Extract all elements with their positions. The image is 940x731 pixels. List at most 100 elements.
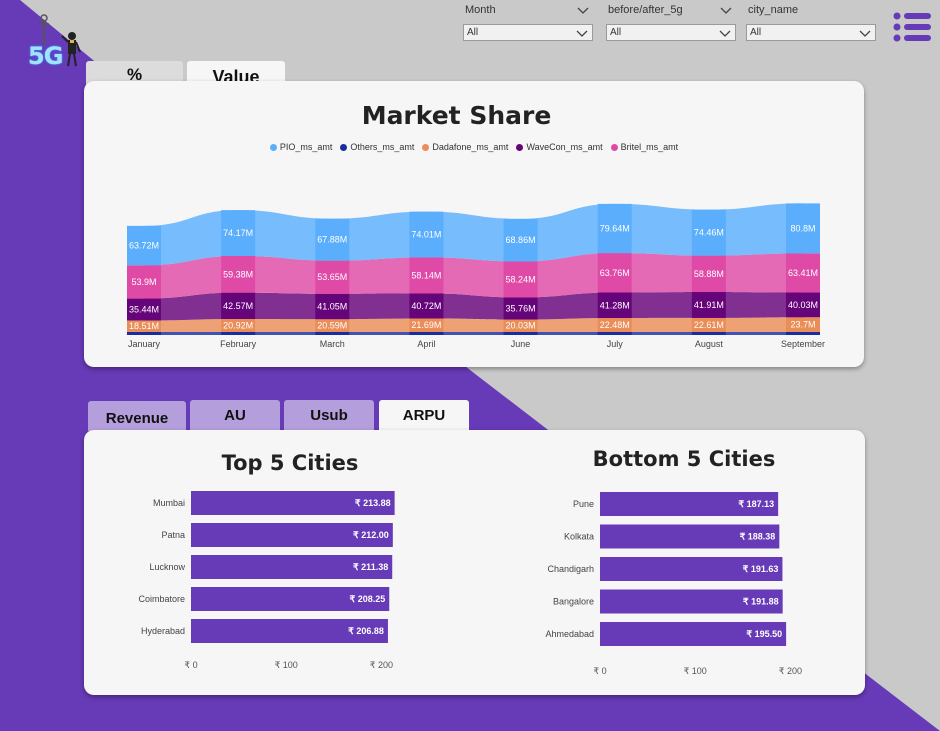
x-tick-label: January	[128, 339, 161, 349]
data-label: 42.57M	[223, 301, 253, 311]
data-label: 21.69M	[411, 320, 441, 330]
chevron-down-icon[interactable]	[718, 28, 732, 38]
menu-list-icon[interactable]	[893, 12, 931, 42]
data-label: 63.41M	[788, 268, 818, 278]
data-label: 80.8M	[790, 223, 815, 233]
x-tick-label: February	[220, 339, 257, 349]
month-select[interactable]: All	[463, 24, 593, 41]
5g-logo: 5G	[26, 12, 86, 72]
x-tick-label: August	[695, 339, 724, 349]
data-label: 40.03M	[788, 300, 818, 310]
x-tick-label: ₹ 0	[184, 660, 197, 670]
data-label: 63.72M	[129, 241, 159, 251]
category-label: Hyderabad	[141, 626, 185, 636]
bar-value-label: ₹ 208.25	[349, 594, 385, 604]
chevron-down-icon[interactable]	[719, 5, 733, 15]
tab-revenue[interactable]: Revenue	[88, 401, 186, 431]
filter-label: Month	[465, 4, 496, 16]
bar-value-label: ₹ 211.38	[353, 562, 388, 572]
category-label: Lucknow	[149, 562, 185, 572]
data-label: 41.05M	[317, 302, 347, 312]
tab-au[interactable]: AU	[190, 400, 280, 431]
bar-value-label: ₹ 188.38	[740, 532, 776, 542]
chevron-down-icon[interactable]	[576, 5, 590, 15]
bar-value-label: ₹ 195.50	[746, 629, 782, 639]
data-label: 18.51M	[129, 321, 159, 331]
category-label: Ahmedabad	[545, 629, 594, 639]
bar-value-label: ₹ 187.13	[738, 499, 774, 509]
tab-label: ARPU	[402, 407, 446, 424]
filter-label: before/after_5g	[608, 4, 683, 16]
data-label: 58.88M	[694, 269, 724, 279]
data-label: 67.88M	[317, 235, 347, 245]
data-label: 74.01M	[411, 230, 441, 240]
before-after-5g-filter[interactable]: before/after_5g All	[606, 2, 736, 41]
tab-label: Usub	[310, 407, 348, 424]
data-label: 20.92M	[223, 320, 253, 330]
x-tick-label: ₹ 0	[593, 666, 606, 676]
x-tick-label: ₹ 200	[370, 660, 393, 670]
logo-text: 5G	[28, 42, 63, 70]
x-tick-label: September	[781, 339, 825, 349]
column-segment[interactable]	[597, 331, 632, 335]
tab-usub[interactable]: Usub	[284, 400, 374, 431]
column-segment[interactable]	[127, 331, 161, 335]
bar-value-label: ₹ 191.88	[743, 597, 779, 607]
bar-value-label: ₹ 213.88	[355, 498, 391, 508]
x-tick-label: ₹ 100	[275, 660, 298, 670]
tab-label: AU	[224, 407, 246, 424]
category-label: Patna	[161, 530, 185, 540]
data-label: 22.61M	[694, 320, 724, 330]
data-label: 58.14M	[411, 270, 441, 280]
data-label: 35.44M	[129, 305, 159, 315]
x-tick-label: April	[417, 339, 435, 349]
filter-value: All	[750, 27, 762, 38]
chevron-down-icon[interactable]	[858, 28, 872, 38]
bar-value-label: ₹ 191.63	[743, 564, 779, 574]
data-label: 59.38M	[223, 269, 253, 279]
column-segment[interactable]	[691, 331, 726, 335]
data-label: 53.9M	[131, 277, 156, 287]
bar-value-label: ₹ 206.88	[348, 626, 384, 636]
data-label: 68.86M	[506, 235, 536, 245]
data-label: 74.17M	[223, 228, 253, 238]
data-label: 20.03M	[506, 321, 536, 331]
city-name-select[interactable]: All	[746, 24, 876, 41]
data-label: 79.64M	[600, 223, 630, 233]
x-tick-label: July	[607, 339, 624, 349]
data-label: 74.46M	[694, 228, 724, 238]
market-share-card: Market Share PIO_ms_amt Others_ms_amt Dada…	[84, 81, 864, 367]
column-segment[interactable]	[786, 331, 820, 335]
column-segment[interactable]	[503, 331, 538, 335]
filter-value: All	[610, 27, 622, 38]
data-label: 22.48M	[600, 320, 630, 330]
x-tick-label: ₹ 200	[779, 666, 802, 676]
tab-arpu[interactable]: ARPU	[379, 400, 469, 431]
data-label: 23.7M	[790, 320, 815, 330]
month-filter[interactable]: Month All	[463, 2, 593, 41]
before-after-5g-select[interactable]: All	[606, 24, 736, 41]
column-segment[interactable]	[409, 331, 444, 335]
tab-label: Revenue	[105, 410, 169, 427]
city-name-filter[interactable]: city_name All	[746, 2, 876, 41]
filter-value: All	[467, 27, 479, 38]
data-label: 53.65M	[317, 272, 347, 282]
column-segment[interactable]	[221, 331, 256, 335]
data-label: 41.28M	[600, 300, 630, 310]
x-tick-label: ₹ 100	[684, 666, 707, 676]
category-label: Kolkata	[564, 532, 594, 542]
market-share-chart: 18.51M 20.92M 20.59M 21.69M 20.03M 22.48M 22.6…	[127, 203, 825, 349]
top-cities-chart: Mumbai ₹ 213.88 Patna ₹ 212.00 Lucknow ₹ 211.…	[138, 491, 802, 676]
data-label: 40.72M	[411, 301, 441, 311]
data-label: 41.91M	[694, 300, 724, 310]
data-label: 63.76M	[600, 268, 630, 278]
data-label: 58.24M	[506, 274, 536, 284]
x-tick-label: March	[320, 339, 345, 349]
data-label: 35.76M	[506, 303, 536, 313]
data-label: 20.59M	[317, 321, 347, 331]
category-label: Bangalore	[553, 597, 594, 607]
column-segment[interactable]	[315, 331, 350, 335]
chevron-down-icon[interactable]	[575, 28, 589, 38]
category-label: Chandigarh	[547, 564, 594, 574]
x-tick-label: June	[511, 339, 531, 349]
